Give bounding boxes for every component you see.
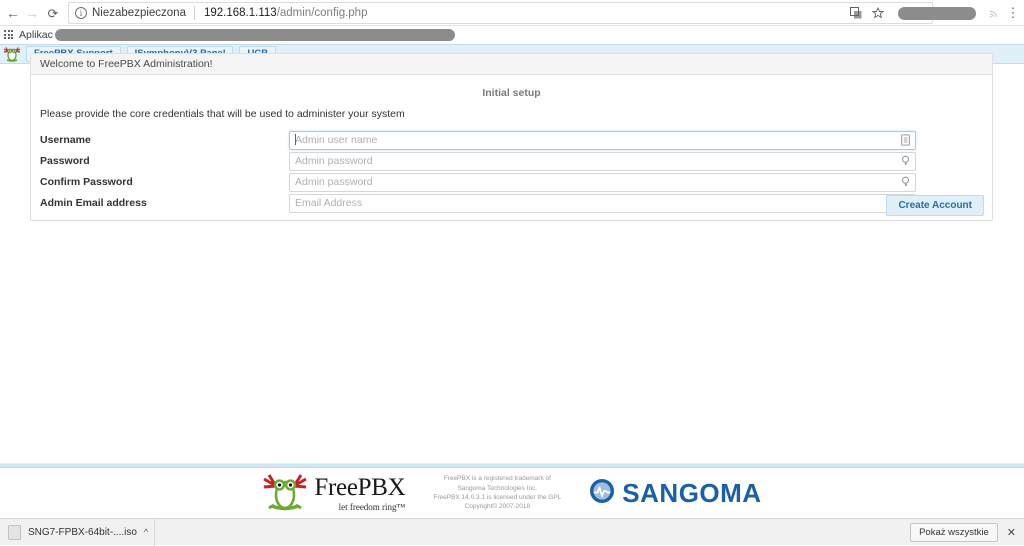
security-status-label: Niezabezpieczona xyxy=(92,7,186,19)
download-filename: SNG7-FPBX-64bit-....iso xyxy=(28,526,137,538)
toolbar-right-group: ⋮ xyxy=(844,0,1020,26)
freepbx-frog-logo-icon[interactable] xyxy=(3,46,21,62)
browser-toolbar: ← → ⟳ i Niezabezpieczona 192.168.1.113/a… xyxy=(0,0,1024,26)
label-admin-email: Admin Email address xyxy=(40,197,147,209)
cast-icon[interactable] xyxy=(984,3,1004,23)
url-path: /admin/config.php xyxy=(276,7,368,19)
browser-menu-icon[interactable]: ⋮ xyxy=(1006,3,1020,23)
show-all-downloads-button[interactable]: Pokaż wszystkie xyxy=(910,522,998,542)
info-icon[interactable]: i xyxy=(75,7,87,19)
reload-button[interactable]: ⟳ xyxy=(43,3,63,23)
address-bar[interactable]: i Niezabezpieczona 192.168.1.113/admin/c… xyxy=(68,2,933,24)
page-content: Welcome to FreePBX Administration! Initi… xyxy=(0,53,1024,463)
file-icon xyxy=(8,524,21,540)
freepbx-frog-logo-icon xyxy=(262,471,308,516)
admin-email-field-wrap xyxy=(289,193,916,213)
back-button[interactable]: ← xyxy=(3,3,23,23)
omnibox-divider xyxy=(193,6,195,20)
trademark-text: FreePBX is a registered trademark of San… xyxy=(433,475,562,511)
shelf-right-group: Pokaż wszystkie ✕ xyxy=(910,522,1024,542)
username-field-wrap xyxy=(289,130,916,150)
form-intro-text: Please provide the core credentials that… xyxy=(40,108,405,120)
admin-email-input[interactable] xyxy=(289,193,916,213)
star-icon[interactable] xyxy=(868,3,888,23)
page-title: Initial setup xyxy=(482,87,541,99)
apps-label[interactable]: Aplikac xyxy=(19,29,53,41)
username-input[interactable] xyxy=(289,130,916,150)
form-row-password: Password xyxy=(40,151,984,172)
create-account-button[interactable]: Create Account xyxy=(886,195,984,216)
label-password: Password xyxy=(40,155,90,167)
forward-button[interactable]: → xyxy=(22,3,42,23)
confirm-password-field-wrap xyxy=(289,172,916,192)
password-field-wrap xyxy=(289,151,916,171)
url-host: 192.168.1.113 xyxy=(203,7,277,19)
panel-heading: Welcome to FreePBX Administration! xyxy=(31,54,992,75)
download-item[interactable]: SNG7-FPBX-64bit-....iso ^ xyxy=(0,518,156,546)
profile-redaction-blob xyxy=(898,6,976,20)
password-input[interactable] xyxy=(289,151,916,171)
translate-icon[interactable] xyxy=(846,3,866,23)
bookmarks-redaction-blob xyxy=(54,29,455,41)
sangoma-wordmark: SANGOMA xyxy=(622,478,762,508)
sangoma-logo: SANGOMA xyxy=(589,478,761,509)
confirm-password-input[interactable] xyxy=(289,172,916,192)
freepbx-logo: FreePBX let freedom ring™ xyxy=(262,471,406,516)
form-row-admin-email: Admin Email address xyxy=(40,193,984,214)
close-icon[interactable]: ✕ xyxy=(1007,526,1016,539)
text-caret xyxy=(295,134,296,145)
page-footer: FreePBX let freedom ring™ FreePBX is a r… xyxy=(0,468,1024,518)
download-shelf: SNG7-FPBX-64bit-....iso ^ Pokaż wszystki… xyxy=(0,518,1024,546)
url-text: 192.168.1.113/admin/config.php xyxy=(204,7,368,19)
panel-body: Initial setup Please provide the core cr… xyxy=(31,75,992,221)
form-row-confirm-password: Confirm Password xyxy=(40,172,984,193)
freepbx-wordmark: FreePBX xyxy=(314,473,406,501)
label-confirm-password: Confirm Password xyxy=(40,176,133,188)
freepbx-tagline: let freedom ring™ xyxy=(338,501,406,512)
apps-grid-icon[interactable] xyxy=(4,30,14,40)
form-row-username: Username xyxy=(40,130,984,151)
chevron-up-icon[interactable]: ^ xyxy=(144,527,148,537)
bookmarks-bar: Aplikac xyxy=(0,26,1024,44)
sangoma-mark-icon xyxy=(589,478,615,509)
initial-setup-panel: Welcome to FreePBX Administration! Initi… xyxy=(30,53,993,221)
label-username: Username xyxy=(40,134,91,146)
